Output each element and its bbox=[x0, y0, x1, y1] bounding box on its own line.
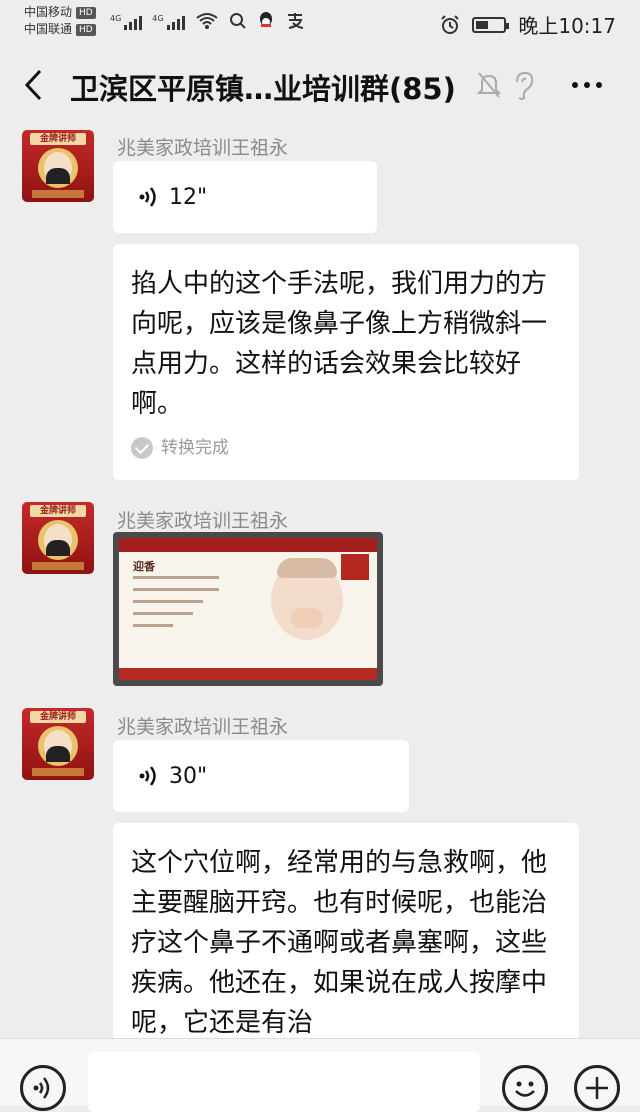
signal-icon: 4G bbox=[152, 14, 185, 30]
message-input[interactable] bbox=[88, 1052, 480, 1112]
carrier-info: 中国移动 HD 中国联通 HD bbox=[24, 4, 96, 38]
sender-name: 兆美家政培训王祖永 bbox=[117, 137, 289, 159]
voice-transcript[interactable]: 掐人中的这个手法呢，我们用力的方向呢，应该是像鼻子像上方稍微斜一点用力。这样的话… bbox=[113, 244, 579, 480]
hd-badge: HD bbox=[76, 23, 96, 36]
wifi-icon bbox=[195, 13, 218, 29]
voice-input-icon[interactable] bbox=[20, 1065, 66, 1111]
chat-header: 卫滨区平原镇…业培训群(85) bbox=[0, 42, 640, 130]
voice-transcript[interactable]: 这个穴位啊，经常用的与急救啊，他主要醒脑开窍。也有时候呢，也能治疗这个鼻子不通啊… bbox=[113, 823, 579, 1038]
status-bar: 中国移动 HD 中国联通 HD 4G 4G 晚上10:17 bbox=[0, 0, 640, 42]
status-right: 晚上10:17 bbox=[440, 10, 616, 39]
sender-name: 兆美家政培训王祖永 bbox=[117, 716, 289, 738]
transcript-text: 这个穴位啊，经常用的与急救啊，他主要醒脑开窍。也有时候呢，也能治疗这个鼻子不通啊… bbox=[131, 848, 548, 1038]
more-icon[interactable] bbox=[572, 82, 602, 88]
slide-image: 迎香 bbox=[119, 538, 377, 680]
voice-duration: 30" bbox=[169, 763, 208, 789]
avatar-badge: 金牌讲师 bbox=[30, 711, 86, 723]
slide-tag bbox=[341, 554, 369, 580]
avatar[interactable]: 金牌讲师 bbox=[22, 708, 94, 780]
transcript-status-label: 转换完成 bbox=[161, 438, 229, 458]
sender-name: 兆美家政培训王祖永 bbox=[117, 510, 289, 532]
search-icon bbox=[229, 13, 246, 29]
avatar-badge: 金牌讲师 bbox=[30, 133, 86, 145]
carrier-2-label: 中国联通 bbox=[24, 22, 73, 36]
carrier-1-label: 中国移动 bbox=[24, 5, 73, 19]
slide-title: 迎香 bbox=[133, 560, 155, 573]
avatar[interactable]: 金牌讲师 bbox=[22, 130, 94, 202]
voice-wave-icon bbox=[139, 187, 156, 207]
message-list[interactable]: 金牌讲师 兆美家政培训王祖永 12" 掐人中的这个手法呢，我们用力的方向呢，应该… bbox=[0, 130, 640, 1038]
voice-duration: 12" bbox=[169, 184, 208, 210]
clock: 晚上10:17 bbox=[518, 14, 616, 38]
avatar[interactable]: 金牌讲师 bbox=[22, 502, 94, 574]
voice-message[interactable]: 12" bbox=[113, 161, 377, 233]
alipay-icon bbox=[287, 13, 303, 29]
back-icon[interactable] bbox=[22, 68, 44, 102]
voice-message[interactable]: 30" bbox=[113, 740, 409, 812]
transcript-text: 掐人中的这个手法呢，我们用力的方向呢，应该是像鼻子像上方稍微斜一点用力。这样的话… bbox=[131, 269, 548, 419]
image-message[interactable]: 迎香 bbox=[113, 532, 383, 686]
group-title[interactable]: 卫滨区平原镇…业培训群(85) bbox=[70, 66, 456, 108]
hd-badge: HD bbox=[76, 6, 96, 19]
input-bar bbox=[0, 1038, 640, 1112]
mute-bell-icon bbox=[476, 72, 502, 98]
signal-group: 4G 4G bbox=[110, 10, 305, 30]
qq-icon bbox=[259, 12, 272, 27]
voice-wave-icon bbox=[139, 766, 156, 786]
transcript-status: 转换完成 bbox=[131, 428, 229, 468]
signal-icon: 4G bbox=[110, 14, 143, 30]
check-icon bbox=[131, 437, 153, 459]
add-icon[interactable] bbox=[574, 1065, 620, 1111]
alarm-icon bbox=[441, 14, 460, 34]
earpiece-icon bbox=[516, 71, 534, 100]
battery-icon bbox=[472, 16, 510, 33]
emoji-icon[interactable] bbox=[502, 1065, 548, 1111]
avatar-badge: 金牌讲师 bbox=[30, 505, 86, 517]
